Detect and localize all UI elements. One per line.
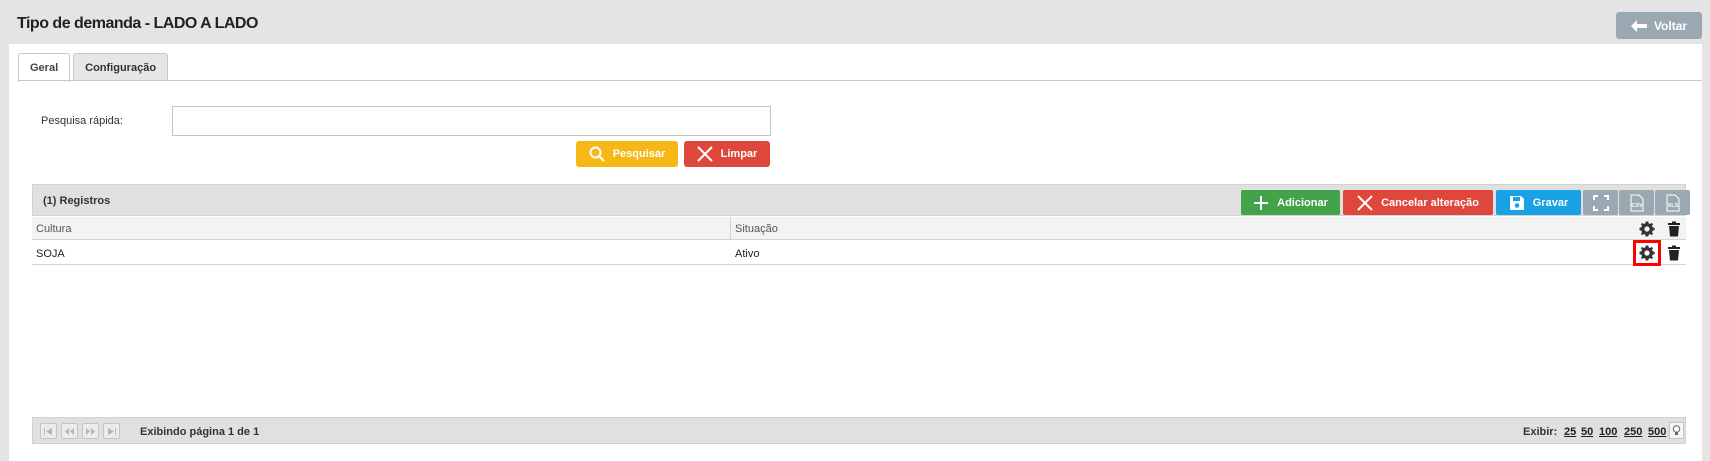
back-button-label: Voltar	[1653, 18, 1688, 33]
cell-cultura: SOJA	[36, 248, 65, 260]
plus-icon	[1254, 195, 1269, 210]
tab-geral[interactable]: Geral	[18, 53, 71, 82]
cancel-changes-button[interactable]: Cancelar alteração	[1343, 190, 1493, 215]
column-cultura[interactable]: Cultura	[36, 223, 71, 235]
tips-button[interactable]	[1669, 422, 1684, 439]
search-icon	[589, 146, 605, 162]
xls-label: XLS	[1667, 203, 1678, 209]
main-panel: Geral Configuração Pesquisa rápida: Pesq…	[9, 44, 1702, 461]
last-page-icon	[108, 427, 116, 435]
clear-button[interactable]: Limpar	[684, 141, 770, 167]
cell-situacao: Ativo	[735, 248, 760, 260]
row-settings-button[interactable]	[1633, 240, 1661, 266]
next-page-icon	[86, 427, 95, 435]
export-xls-button[interactable]: XLS	[1655, 190, 1690, 215]
tab-bar: Geral Configuração	[18, 53, 169, 82]
trash-icon	[1668, 245, 1680, 261]
column-situacao[interactable]: Situação	[735, 223, 778, 235]
trash-icon	[1668, 221, 1680, 237]
tab-divider	[18, 80, 1702, 81]
prev-page-button[interactable]	[61, 423, 78, 439]
page-size-100[interactable]: 100	[1599, 426, 1617, 438]
page-size-50[interactable]: 50	[1581, 426, 1593, 438]
page-size-label: Exibir:	[1523, 426, 1558, 438]
add-button-label: Adicionar	[1277, 196, 1328, 209]
fullscreen-button[interactable]	[1583, 190, 1618, 215]
clear-button-label: Limpar	[720, 148, 758, 160]
search-input[interactable]	[172, 106, 771, 136]
header-delete-button[interactable]	[1665, 220, 1683, 238]
back-button[interactable]: Voltar	[1616, 12, 1702, 39]
arrow-left-icon	[1630, 19, 1647, 32]
search-button-label: Pesquisar	[612, 148, 666, 160]
table-header: Cultura Situação	[32, 217, 1686, 240]
csv-file-icon: CSV	[1630, 194, 1643, 211]
add-button[interactable]: Adicionar	[1241, 190, 1340, 215]
gear-icon	[1639, 245, 1655, 261]
page-size-250[interactable]: 250	[1624, 426, 1642, 438]
gear-icon	[1639, 221, 1655, 237]
next-page-button[interactable]	[82, 423, 99, 439]
header-settings-button[interactable]	[1638, 220, 1656, 238]
records-grid: (1) Registros Adicionar Cancelar alteraç…	[32, 184, 1690, 292]
table-row[interactable]: SOJA Ativo	[32, 240, 1686, 266]
prev-page-icon	[65, 427, 74, 435]
cancel-changes-label: Cancelar alteração	[1381, 196, 1479, 209]
first-page-button[interactable]	[40, 423, 57, 439]
page-size-500[interactable]: 500	[1648, 426, 1666, 438]
close-icon	[1357, 194, 1373, 211]
save-button-label: Gravar	[1532, 196, 1569, 209]
page-status: Exibindo página 1 de 1	[140, 426, 260, 438]
floppy-icon	[1509, 195, 1524, 210]
search-label: Pesquisa rápida:	[41, 115, 123, 127]
last-page-button[interactable]	[103, 423, 120, 439]
search-button[interactable]: Pesquisar	[576, 141, 678, 167]
fullscreen-icon	[1592, 194, 1609, 211]
export-csv-button[interactable]: CSV	[1619, 190, 1654, 215]
page-title: Tipo de demanda - LADO A LADO	[17, 15, 258, 32]
page-header: Tipo de demanda - LADO A LADO Voltar	[0, 0, 1710, 44]
close-icon	[696, 146, 713, 162]
grid-toolbar: (1) Registros Adicionar Cancelar alteraç…	[32, 184, 1690, 216]
save-button[interactable]: Gravar	[1496, 190, 1581, 215]
column-divider	[730, 217, 731, 240]
records-count: (1) Registros	[43, 195, 111, 207]
tab-configuracao[interactable]: Configuração	[73, 53, 169, 81]
first-page-icon	[44, 427, 52, 435]
page-size-25[interactable]: 25	[1564, 426, 1576, 438]
xls-file-icon: XLS	[1666, 194, 1679, 211]
pagination-bar: Exibindo página 1 de 1 Exibir: 25 50 100…	[32, 417, 1686, 444]
csv-label: CSV	[1631, 203, 1643, 209]
lightbulb-icon	[1672, 425, 1681, 435]
row-delete-button[interactable]	[1665, 244, 1683, 262]
